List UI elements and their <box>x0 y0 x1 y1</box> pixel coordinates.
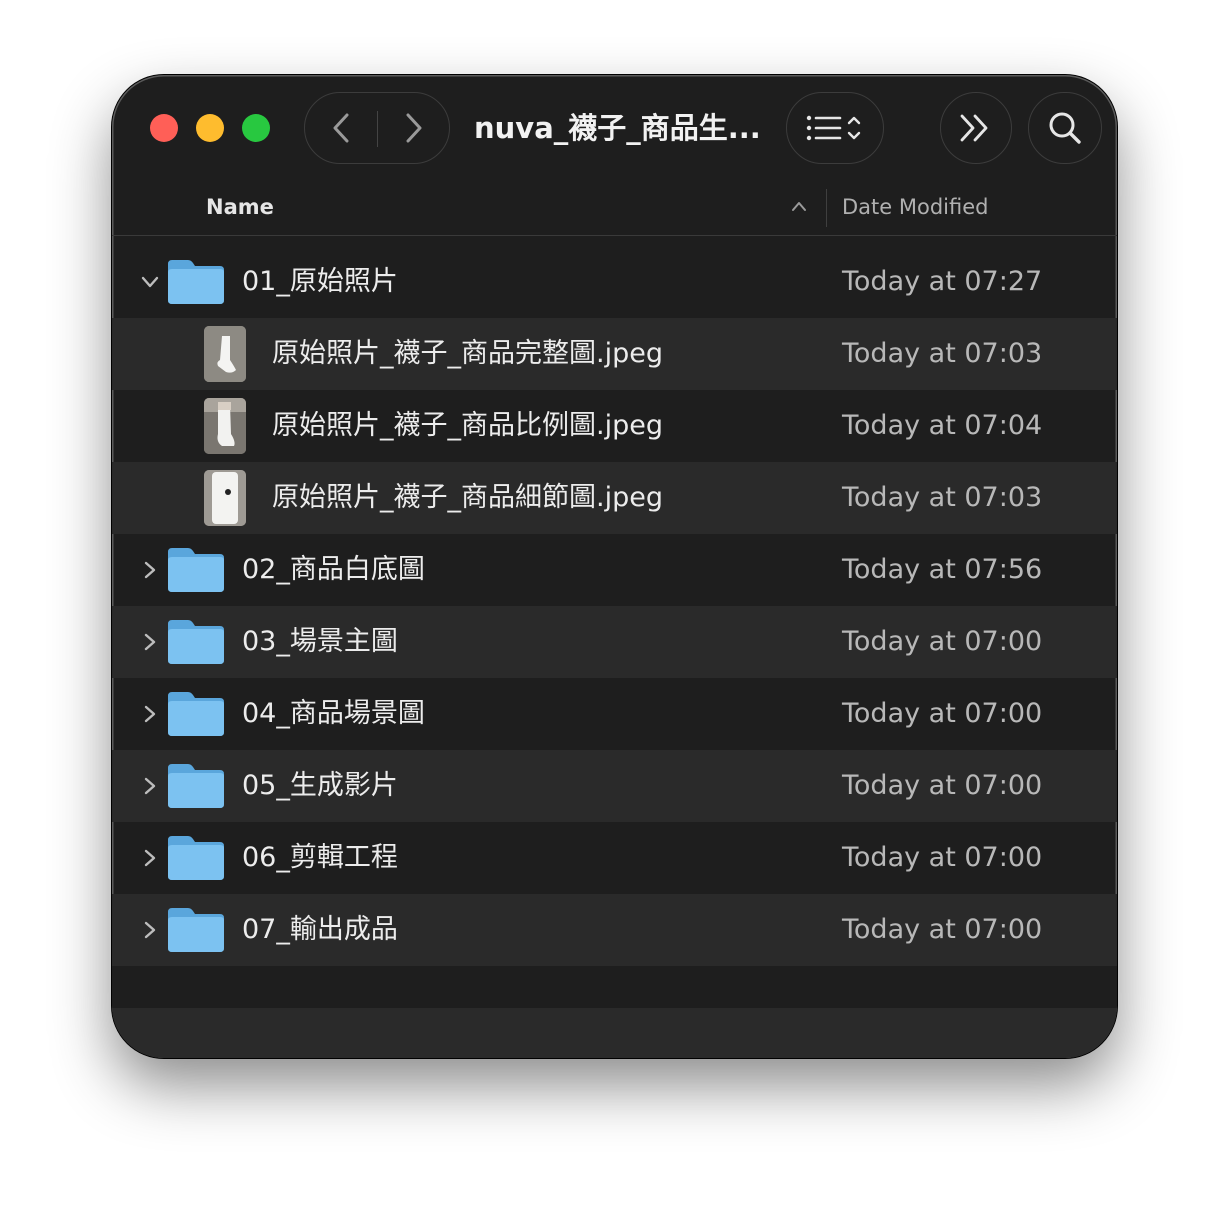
folder-icon <box>168 908 224 952</box>
chevron-right-icon <box>144 777 156 795</box>
double-chevron-right-icon <box>960 114 988 142</box>
navigation-control <box>304 92 450 164</box>
chevron-right-icon <box>144 849 156 867</box>
list-item-folder[interactable]: 01_原始照片 Today at 07:27 <box>112 246 1117 318</box>
file-list: 01_原始照片 Today at 07:27 原始照片_襪子_商品完整圖.jpe… <box>112 246 1117 1058</box>
list-item-file[interactable]: 原始照片_襪子_商品細節圖.jpeg Today at 07:03 <box>112 462 1117 534</box>
chevron-right-icon <box>144 921 156 939</box>
image-thumbnail-icon <box>204 326 246 382</box>
item-name: 01_原始照片 <box>242 266 398 297</box>
column-divider[interactable] <box>826 189 827 227</box>
empty-row <box>112 966 1117 1008</box>
folder-icon <box>168 620 224 664</box>
item-name: 原始照片_襪子_商品比例圖.jpeg <box>272 410 663 441</box>
folder-icon <box>168 260 224 304</box>
list-view-icon <box>806 115 861 141</box>
chevron-right-icon <box>406 113 422 143</box>
zoom-button[interactable] <box>242 114 270 142</box>
disclosure-triangle[interactable] <box>136 628 164 656</box>
item-name: 原始照片_襪子_商品細節圖.jpeg <box>272 482 663 513</box>
disclosure-triangle[interactable] <box>136 916 164 944</box>
chevron-left-icon <box>333 113 349 143</box>
item-name: 03_場景主圖 <box>242 626 398 657</box>
name-column-header[interactable]: Name <box>206 195 274 219</box>
item-date: Today at 07:03 <box>842 338 1043 369</box>
image-thumbnail-icon <box>204 470 246 526</box>
folder-icon <box>168 548 224 592</box>
image-thumbnail-icon <box>204 398 246 454</box>
finder-window: nuva_襪子_商品生... Name Date Modified 01_原始照… <box>112 75 1117 1058</box>
chevron-right-icon <box>144 633 156 651</box>
disclosure-triangle[interactable] <box>136 844 164 872</box>
item-date: Today at 07:00 <box>842 914 1043 945</box>
item-date: Today at 07:00 <box>842 698 1043 729</box>
item-date: Today at 07:04 <box>842 410 1043 441</box>
item-date: Today at 07:27 <box>842 266 1043 297</box>
item-date: Today at 07:00 <box>842 770 1043 801</box>
view-options-button[interactable] <box>786 92 884 164</box>
item-date: Today at 07:00 <box>842 842 1043 873</box>
folder-icon <box>168 764 224 808</box>
disclosure-triangle[interactable] <box>136 556 164 584</box>
item-date: Today at 07:03 <box>842 482 1043 513</box>
date-modified-column-header[interactable]: Date Modified <box>842 195 988 219</box>
list-item-file[interactable]: 原始照片_襪子_商品比例圖.jpeg Today at 07:04 <box>112 390 1117 462</box>
item-name: 原始照片_襪子_商品完整圖.jpeg <box>272 338 663 369</box>
minimize-button[interactable] <box>196 114 224 142</box>
item-name: 07_輸出成品 <box>242 914 398 945</box>
more-toolbar-button[interactable] <box>940 92 1012 164</box>
chevron-right-icon <box>144 561 156 579</box>
list-item-folder[interactable]: 06_剪輯工程 Today at 07:00 <box>112 822 1117 894</box>
item-name: 04_商品場景圖 <box>242 698 425 729</box>
search-button[interactable] <box>1028 92 1102 164</box>
list-item-file[interactable]: 原始照片_襪子_商品完整圖.jpeg Today at 07:03 <box>112 318 1117 390</box>
item-date: Today at 07:00 <box>842 626 1043 657</box>
list-item-folder[interactable]: 04_商品場景圖 Today at 07:00 <box>112 678 1117 750</box>
item-name: 05_生成影片 <box>242 770 398 801</box>
chevron-right-icon <box>144 705 156 723</box>
search-icon <box>1049 112 1081 144</box>
item-name: 02_商品白底圖 <box>242 554 425 585</box>
item-name: 06_剪輯工程 <box>242 842 398 873</box>
list-item-folder[interactable]: 02_商品白底圖 Today at 07:56 <box>112 534 1117 606</box>
back-button[interactable] <box>305 93 377 163</box>
list-item-folder[interactable]: 03_場景主圖 Today at 07:00 <box>112 606 1117 678</box>
chevron-down-icon <box>141 276 159 288</box>
list-item-folder[interactable]: 07_輸出成品 Today at 07:00 <box>112 894 1117 966</box>
window-title: nuva_襪子_商品生... <box>474 111 761 145</box>
list-item-folder[interactable]: 05_生成影片 Today at 07:00 <box>112 750 1117 822</box>
item-date: Today at 07:56 <box>842 554 1043 585</box>
empty-row <box>112 1008 1117 1058</box>
disclosure-triangle[interactable] <box>136 700 164 728</box>
column-header: Name Date Modified <box>112 183 1117 236</box>
forward-button[interactable] <box>378 93 450 163</box>
sort-ascending-icon[interactable] <box>790 199 808 213</box>
disclosure-triangle[interactable] <box>136 772 164 800</box>
folder-icon <box>168 836 224 880</box>
close-button[interactable] <box>150 114 178 142</box>
folder-icon <box>168 692 224 736</box>
disclosure-triangle[interactable] <box>136 268 164 296</box>
